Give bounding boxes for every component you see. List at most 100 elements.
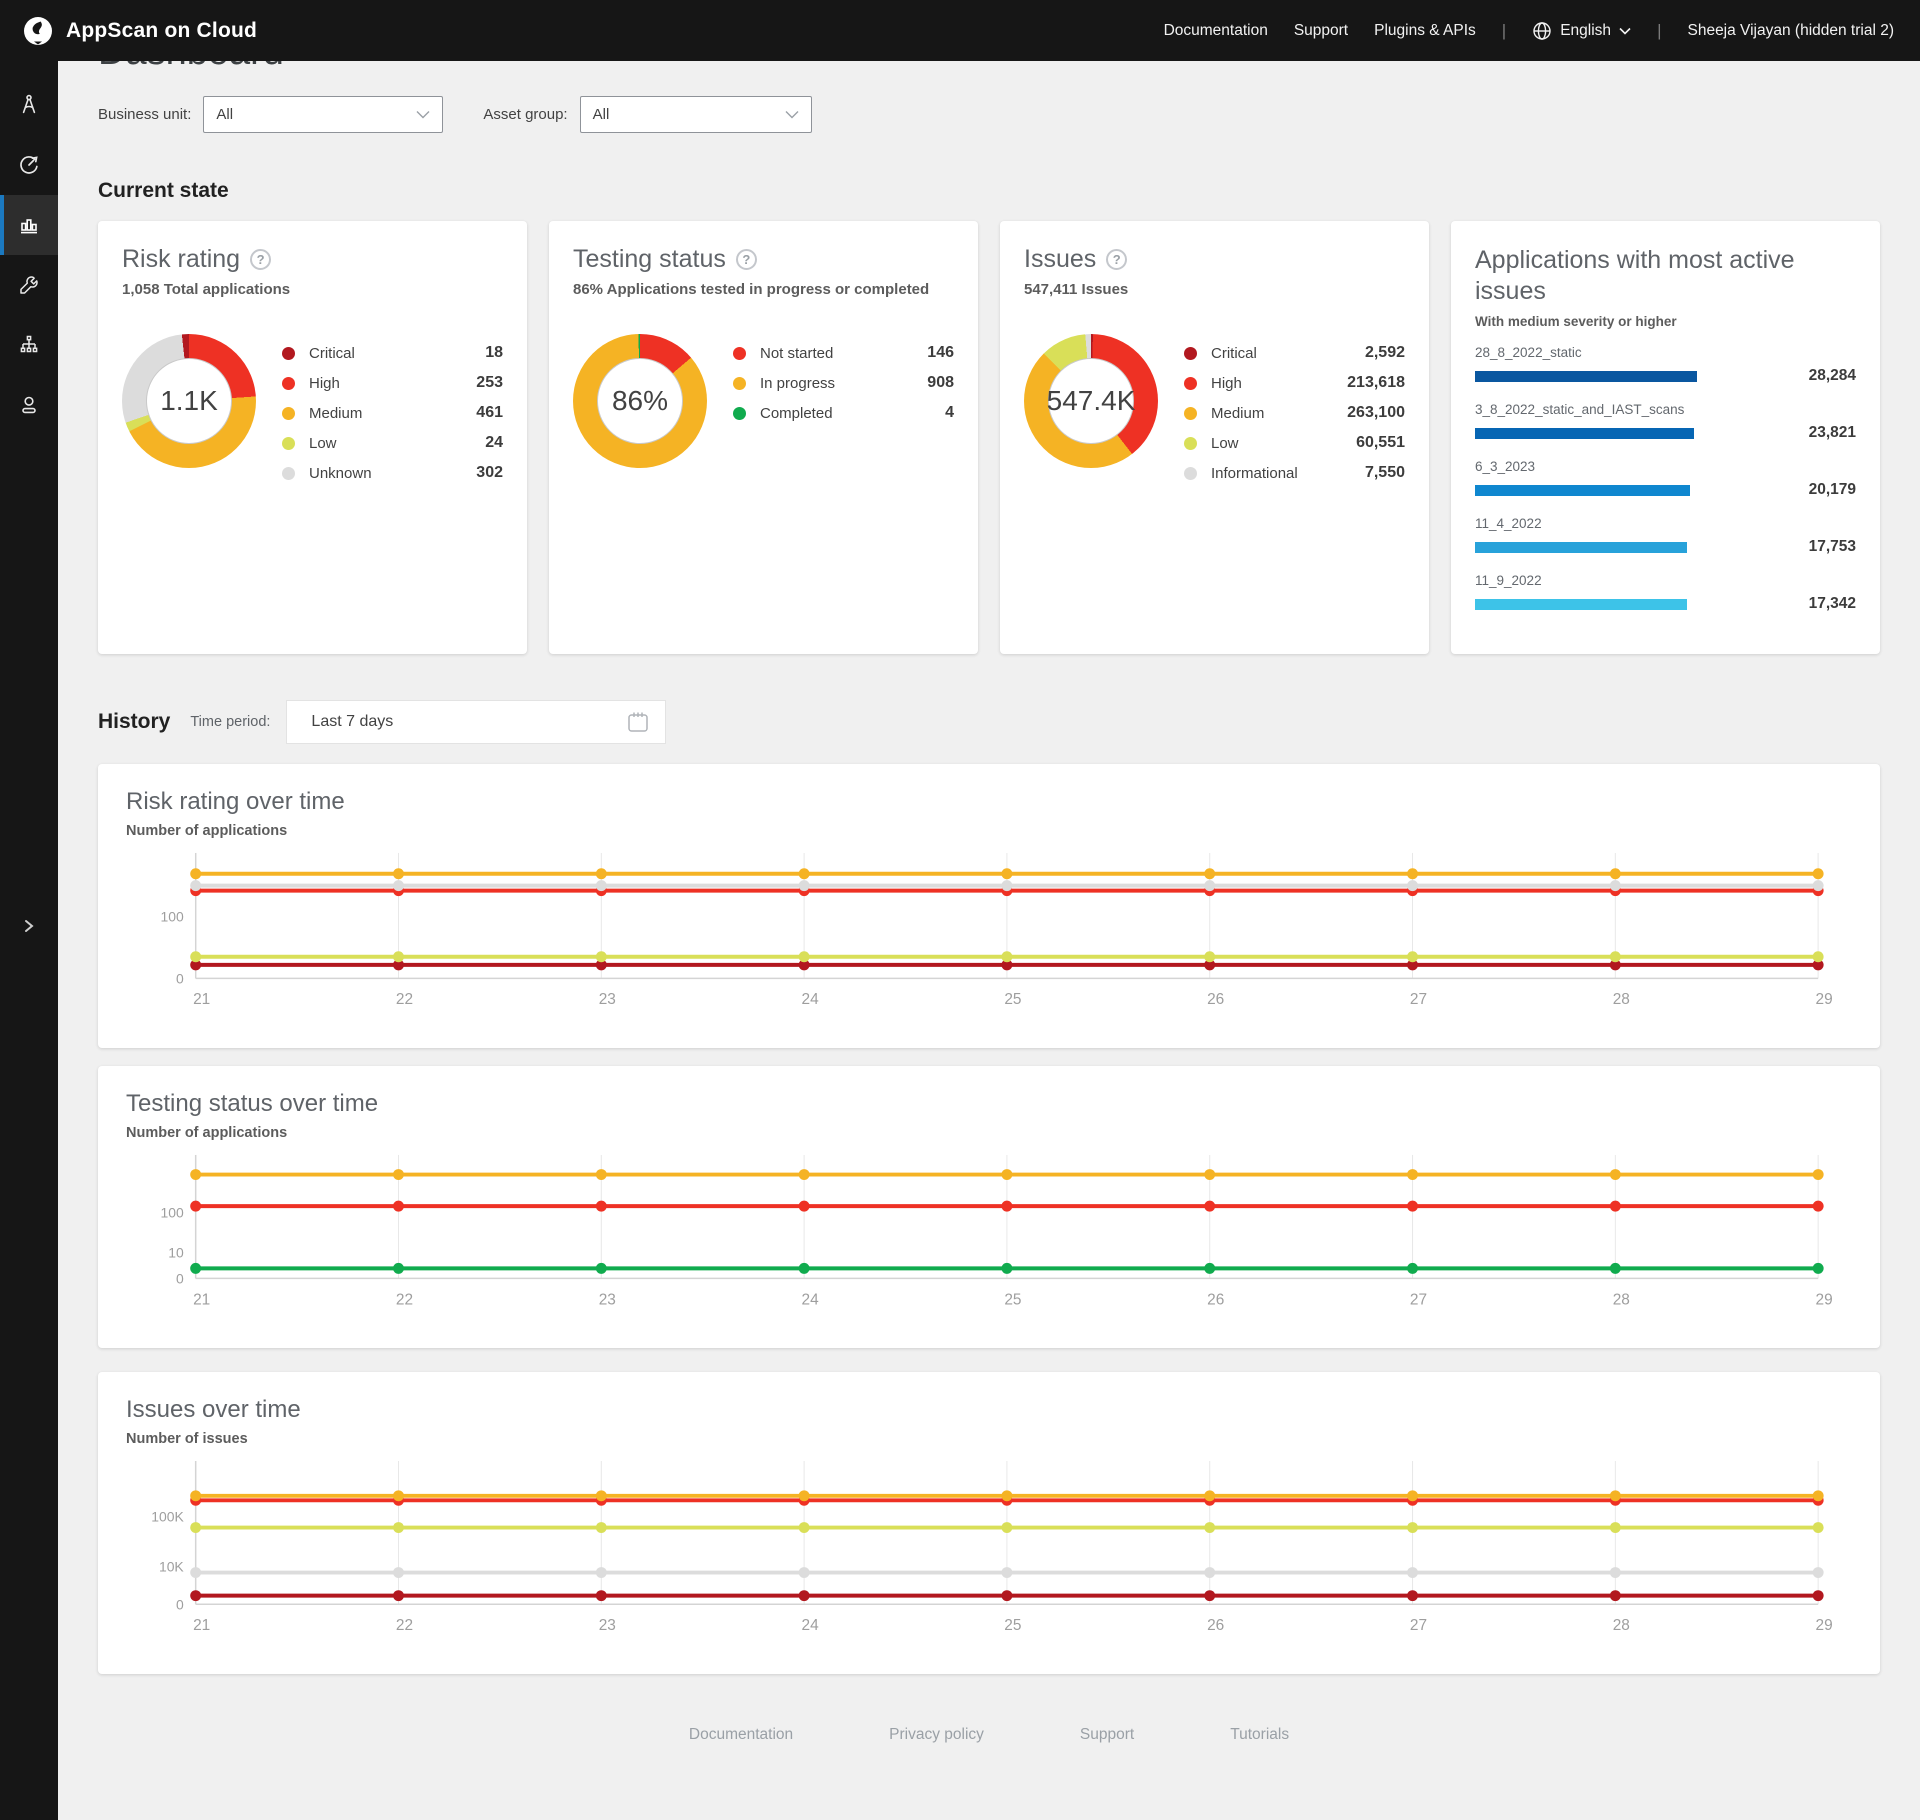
legend-dot [733,407,746,420]
legend-dot [733,377,746,390]
legend-row: High253 [282,368,503,398]
footer-link-privacy-policy[interactable]: Privacy policy [889,1726,984,1744]
issues-over-time-card: Issues over time Number of issues 212223… [98,1372,1880,1674]
risk-rating-card: Risk rating ? 1,058 Total applications 1… [98,221,527,654]
user-menu[interactable]: Sheeja Vijayan (hidden trial 2) [1687,22,1894,40]
nav-support[interactable]: Support [1294,22,1348,40]
legend-value: 60,551 [1356,434,1405,452]
language-selector[interactable]: English [1532,21,1631,41]
svg-text:24: 24 [802,1291,820,1308]
testing-status-title: Testing status [573,245,726,274]
wrench-icon [17,273,41,297]
legend-row: Critical2,592 [1184,338,1405,368]
divider: | [1502,21,1506,41]
legend-dot [1184,377,1197,390]
application-issues-row[interactable]: 28_8_2022_static28,284 [1475,345,1856,385]
sidebar-item-dashboard[interactable] [0,195,58,255]
svg-text:25: 25 [1004,1618,1021,1635]
nav-documentation[interactable]: Documentation [1164,22,1268,40]
help-icon[interactable]: ? [250,249,271,270]
svg-text:23: 23 [599,991,616,1008]
legend-value: 146 [927,344,954,362]
expand-sidebar-button[interactable] [0,906,58,946]
application-issues-row[interactable]: 11_4_202217,753 [1475,516,1856,556]
chevron-down-icon [1619,27,1631,35]
svg-text:25: 25 [1004,991,1021,1008]
svg-text:10: 10 [168,1245,184,1261]
svg-text:27: 27 [1410,991,1427,1008]
chart-ylabel: Number of applications [126,823,1852,839]
legend-dot [1184,347,1197,360]
help-icon[interactable]: ? [1106,249,1127,270]
legend-value: 2,592 [1365,344,1405,362]
donut-center-value: 1.1K [160,385,218,417]
testing-status-line-chart: 212223242526272829100100 [126,1149,1852,1324]
application-issues-row[interactable]: 3_8_2022_static_and_IAST_scans23,821 [1475,402,1856,442]
asset-group-select[interactable]: All [580,96,812,133]
legend-dot [282,407,295,420]
legend-row: Informational7,550 [1184,458,1405,488]
sidebar-item-account[interactable] [0,375,58,435]
business-unit-select[interactable]: All [203,96,443,133]
svg-text:26: 26 [1207,1618,1224,1635]
footer-link-support[interactable]: Support [1080,1726,1134,1744]
issues-bar [1475,428,1694,439]
svg-text:23: 23 [599,1618,616,1635]
chart-ylabel: Number of applications [126,1125,1852,1141]
svg-text:22: 22 [396,991,413,1008]
donut-hole: 1.1K [146,358,232,444]
compass-icon [17,93,41,117]
sidebar-item-tools[interactable] [0,255,58,315]
appscan-logo-icon [22,15,54,47]
sidebar-item-scans[interactable] [0,135,58,195]
time-period-select[interactable]: Last 7 days [286,700,666,744]
application-issues-row[interactable]: 11_9_202217,342 [1475,573,1856,613]
legend-dot [1184,407,1197,420]
legend-value: 4 [945,404,954,422]
bar-chart-icon [17,213,41,237]
legend-value: 7,550 [1365,464,1405,482]
legend-row: Medium461 [282,398,503,428]
legend-value: 213,618 [1347,374,1405,392]
application-issues-row[interactable]: 6_3_202320,179 [1475,459,1856,499]
sidebar-item-applications[interactable] [0,75,58,135]
svg-text:21: 21 [193,1291,210,1308]
risk-rating-over-time-card: Risk rating over time Number of applicat… [98,764,1880,1048]
chart-ylabel: Number of issues [126,1431,1852,1447]
brand[interactable]: AppScan on Cloud [22,15,257,47]
legend-dot [282,467,295,480]
svg-text:100K: 100K [151,1509,184,1525]
footer-link-documentation[interactable]: Documentation [689,1726,793,1744]
legend-dot [282,377,295,390]
svg-text:27: 27 [1410,1291,1427,1308]
most-active-rows: 28_8_2022_static28,284 3_8_2022_static_an… [1475,345,1856,613]
most-active-title: Applications with most active issues [1475,245,1856,307]
chart-title: Issues over time [126,1396,1852,1424]
sidebar-item-organization[interactable] [0,315,58,375]
issues-card: Issues ? 547,411 Issues 547.4K Critical2… [1000,221,1429,654]
issues-count: 28,284 [1798,367,1856,385]
svg-text:22: 22 [396,1291,413,1308]
legend-label: High [1211,375,1347,392]
footer-link-tutorials[interactable]: Tutorials [1230,1726,1289,1744]
legend-value: 263,100 [1347,404,1405,422]
gauge-icon [17,153,41,177]
svg-text:25: 25 [1004,1291,1021,1308]
legend-label: Medium [309,405,476,422]
legend-label: In progress [760,375,927,392]
nav-plugins-apis[interactable]: Plugins & APIs [1374,22,1476,40]
svg-text:28: 28 [1613,1291,1630,1308]
svg-text:24: 24 [802,991,820,1008]
chevron-down-icon [416,110,430,119]
issues-subtitle: 547,411 Issues [1024,281,1405,298]
legend-value: 461 [476,404,503,422]
donut-hole: 86% [597,358,683,444]
sidebar [0,61,58,1820]
legend-row: Completed4 [733,398,954,428]
help-icon[interactable]: ? [736,249,757,270]
legend-row: High213,618 [1184,368,1405,398]
issues-donut-chart: 547.4K [1024,334,1158,468]
legend-label: Critical [1211,345,1365,362]
testing-status-donut-chart: 86% [573,334,707,468]
legend-row: Not started146 [733,338,954,368]
